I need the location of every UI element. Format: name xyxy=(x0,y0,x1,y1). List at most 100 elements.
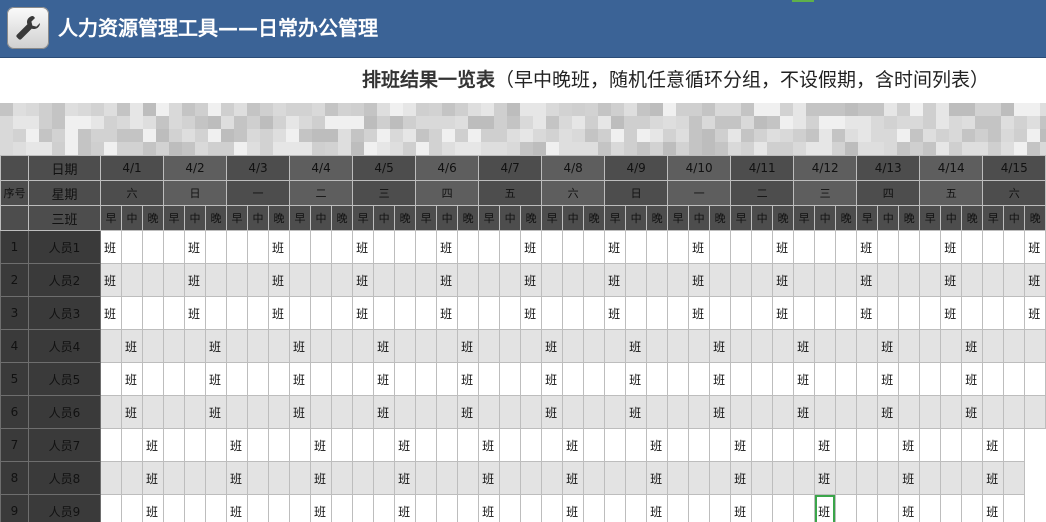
shift-cell[interactable] xyxy=(352,494,375,522)
shift-cell[interactable] xyxy=(247,296,270,330)
shift-cell[interactable]: 班 xyxy=(940,230,963,264)
shift-cell[interactable] xyxy=(163,395,186,429)
shift-cell[interactable] xyxy=(961,230,984,264)
shift-cell[interactable] xyxy=(919,296,942,330)
shift-cell[interactable] xyxy=(415,461,438,495)
shift-cell[interactable] xyxy=(583,461,606,495)
shift-cell[interactable] xyxy=(688,428,711,462)
shift-cell[interactable] xyxy=(415,395,438,429)
shift-cell[interactable] xyxy=(499,494,522,522)
shift-cell[interactable]: 班 xyxy=(289,362,312,396)
shift-cell[interactable]: 班 xyxy=(268,263,291,297)
shift-cell[interactable] xyxy=(667,296,690,330)
shift-cell[interactable]: 班 xyxy=(478,494,501,522)
shift-cell[interactable] xyxy=(814,296,837,330)
shift-cell[interactable] xyxy=(877,296,900,330)
shift-cell[interactable] xyxy=(331,428,354,462)
shift-cell[interactable] xyxy=(856,395,879,429)
shift-cell[interactable] xyxy=(835,428,858,462)
shift-cell[interactable]: 班 xyxy=(709,395,732,429)
shift-cell[interactable] xyxy=(457,230,480,264)
shift-cell[interactable] xyxy=(373,230,396,264)
shift-cell[interactable]: 班 xyxy=(205,362,228,396)
shift-cell[interactable] xyxy=(562,329,585,363)
shift-cell[interactable] xyxy=(835,494,858,522)
shift-cell[interactable] xyxy=(709,296,732,330)
shift-cell[interactable]: 班 xyxy=(898,494,921,522)
shift-cell[interactable]: 班 xyxy=(436,296,459,330)
shift-cell[interactable] xyxy=(919,263,942,297)
shift-cell[interactable]: 班 xyxy=(310,428,333,462)
shift-cell[interactable] xyxy=(541,428,564,462)
shift-cell[interactable] xyxy=(331,296,354,330)
shift-cell[interactable] xyxy=(625,230,648,264)
shift-cell[interactable]: 班 xyxy=(877,329,900,363)
shift-cell[interactable]: 班 xyxy=(646,461,669,495)
shift-cell[interactable] xyxy=(226,296,249,330)
shift-cell[interactable] xyxy=(1003,362,1026,396)
shift-cell[interactable] xyxy=(583,230,606,264)
shift-cell[interactable] xyxy=(415,494,438,522)
shift-cell[interactable] xyxy=(814,329,837,363)
shift-cell[interactable] xyxy=(1024,362,1046,396)
shift-cell[interactable]: 班 xyxy=(961,329,984,363)
shift-cell[interactable]: 班 xyxy=(226,428,249,462)
shift-cell[interactable] xyxy=(205,230,228,264)
shift-cell[interactable] xyxy=(499,296,522,330)
shift-cell[interactable]: 班 xyxy=(982,461,1005,495)
shift-cell[interactable] xyxy=(141,362,165,396)
shift-cell[interactable] xyxy=(499,329,522,363)
shift-cell[interactable] xyxy=(1003,461,1026,495)
shift-cell[interactable] xyxy=(625,263,648,297)
shift-cell[interactable]: 班 xyxy=(457,395,480,429)
shift-cell[interactable] xyxy=(646,230,669,264)
shift-cell[interactable] xyxy=(940,428,963,462)
shift-cell[interactable]: 班 xyxy=(520,263,543,297)
shift-cell[interactable]: 班 xyxy=(100,296,122,330)
shift-cell[interactable] xyxy=(373,263,396,297)
shift-cell[interactable]: 班 xyxy=(646,494,669,522)
shift-cell[interactable] xyxy=(688,362,711,396)
shift-cell[interactable]: 班 xyxy=(226,461,249,495)
shift-cell[interactable] xyxy=(772,461,795,495)
shift-cell[interactable] xyxy=(646,362,669,396)
shift-cell[interactable] xyxy=(1003,395,1026,429)
shift-cell[interactable] xyxy=(184,329,207,363)
shift-cell[interactable] xyxy=(961,494,984,522)
shift-cell[interactable] xyxy=(1003,329,1026,363)
shift-cell[interactable]: 班 xyxy=(541,362,564,396)
shift-cell[interactable] xyxy=(289,428,312,462)
shift-cell[interactable] xyxy=(940,461,963,495)
shift-cell[interactable] xyxy=(499,362,522,396)
shift-cell[interactable] xyxy=(583,263,606,297)
shift-cell[interactable]: 班 xyxy=(562,494,585,522)
shift-cell[interactable] xyxy=(562,230,585,264)
shift-cell[interactable] xyxy=(751,230,774,264)
shift-cell[interactable]: 班 xyxy=(688,296,711,330)
shift-cell[interactable] xyxy=(940,494,963,522)
shift-cell[interactable] xyxy=(415,296,438,330)
shift-cell[interactable]: 班 xyxy=(394,428,417,462)
shift-cell[interactable] xyxy=(982,296,1005,330)
shift-cell[interactable]: 班 xyxy=(793,395,816,429)
shift-cell[interactable] xyxy=(919,494,942,522)
shift-cell[interactable] xyxy=(247,362,270,396)
shift-cell[interactable]: 班 xyxy=(352,296,375,330)
shift-cell[interactable] xyxy=(877,428,900,462)
shift-cell[interactable] xyxy=(898,263,921,297)
shift-cell[interactable] xyxy=(141,395,165,429)
shift-cell[interactable] xyxy=(352,428,375,462)
shift-cell[interactable] xyxy=(331,494,354,522)
shift-cell[interactable]: 班 xyxy=(121,395,143,429)
shift-cell[interactable] xyxy=(121,230,143,264)
shift-cell[interactable] xyxy=(856,461,879,495)
shift-cell[interactable] xyxy=(772,329,795,363)
shift-cell[interactable] xyxy=(247,329,270,363)
shift-cell[interactable] xyxy=(604,494,627,522)
shift-cell[interactable] xyxy=(520,461,543,495)
shift-cell[interactable] xyxy=(772,494,795,522)
shift-cell[interactable] xyxy=(100,395,122,429)
shift-cell[interactable]: 班 xyxy=(814,428,837,462)
shift-cell[interactable]: 班 xyxy=(646,428,669,462)
shift-cell[interactable] xyxy=(982,362,1005,396)
